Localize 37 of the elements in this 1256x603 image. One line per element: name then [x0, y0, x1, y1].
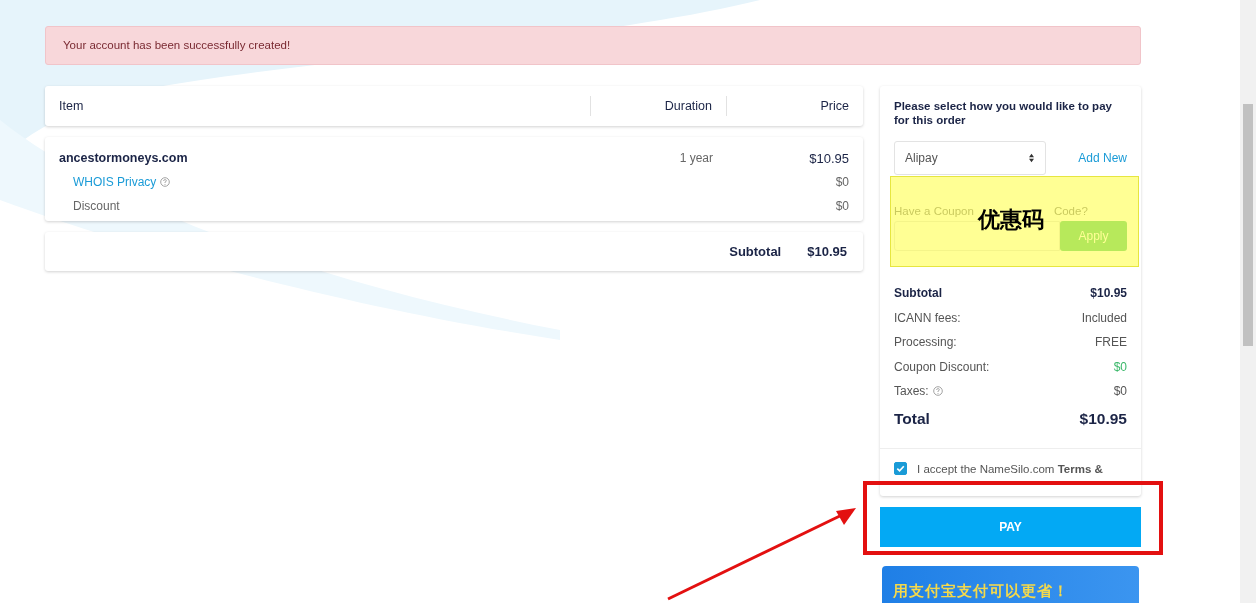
subtotal-label: Subtotal — [729, 244, 782, 259]
summary-value: $10.95 — [1090, 286, 1127, 301]
dropdown-arrows-icon — [1028, 153, 1035, 163]
discount-label: Discount — [73, 199, 120, 213]
column-header: Item — [59, 99, 85, 113]
callout-label: 优惠码 — [978, 206, 1044, 234]
price: $0 — [835, 175, 849, 189]
terms-checkbox[interactable] — [894, 461, 907, 475]
promo-banner: 用支付宝支付可以更省！ — [882, 565, 1139, 603]
summary-label: ICANN fees: — [894, 310, 961, 325]
help-icon[interactable] — [932, 386, 943, 397]
summary-label: Total — [894, 409, 930, 428]
summary-value: FREE — [1095, 335, 1127, 350]
payment-method-select[interactable]: Alipay — [894, 141, 1046, 175]
price: $10.95 — [809, 150, 849, 166]
terms-text: I accept the NameSilo.com Terms & — [917, 461, 1103, 477]
payment-title: Please select how you would like to pay for this order — [894, 99, 1113, 127]
summary-label: Coupon Discount: — [894, 359, 990, 374]
summary-value: $0 — [1113, 359, 1127, 374]
column-header: Price — [726, 96, 849, 116]
summary-value: $0 — [1113, 384, 1127, 399]
add-new-link[interactable]: Add New — [1078, 151, 1127, 165]
summary-value: $10.95 — [1079, 409, 1127, 428]
summary-label: Processing: — [894, 335, 957, 350]
subtotal-value: $10.95 — [807, 244, 847, 259]
column-header: Duration — [590, 96, 726, 116]
scrollbar[interactable] — [1240, 0, 1256, 603]
price: $0 — [835, 199, 849, 213]
success-alert: Your account has been successfully created! — [45, 26, 1141, 65]
summary-label: Subtotal — [894, 286, 942, 301]
duration: 1 year — [679, 151, 713, 165]
domain-name: ancestormoneys.com — [59, 151, 188, 165]
summary-label: Taxes: — [894, 384, 929, 399]
whois-privacy-link[interactable]: WHOIS Privacy — [73, 175, 157, 189]
help-icon[interactable] — [160, 177, 171, 187]
summary-value: Included — [1081, 310, 1127, 325]
pay-button[interactable]: PAY — [880, 506, 1141, 547]
